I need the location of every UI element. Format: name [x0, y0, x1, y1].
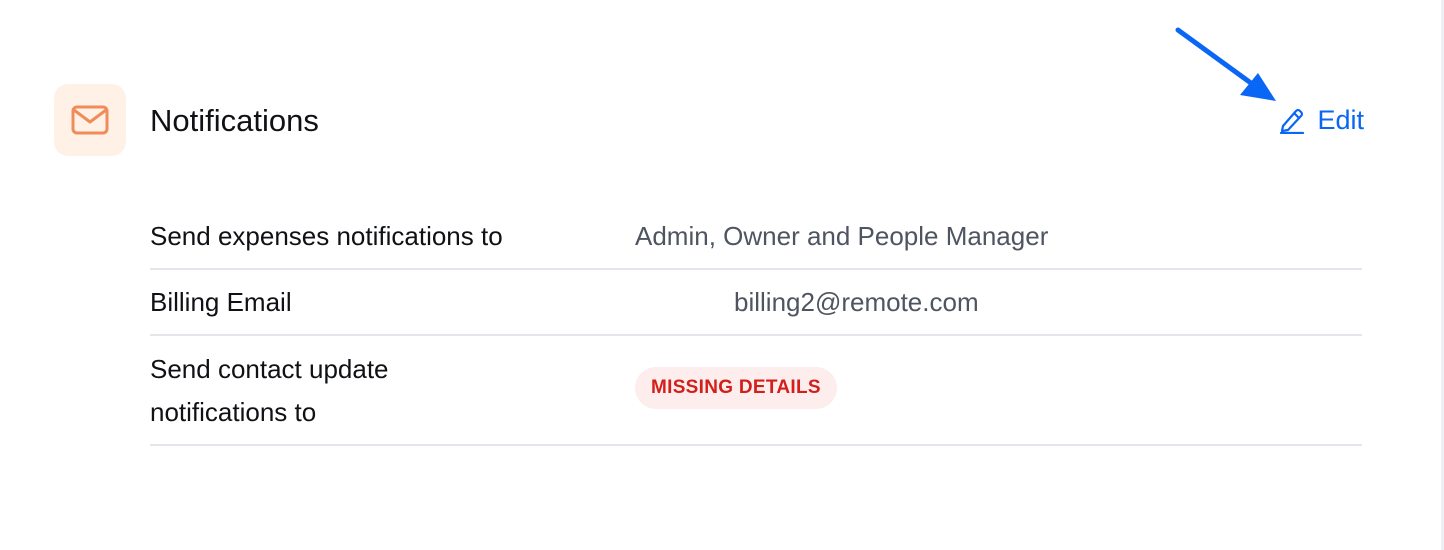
detail-row-billing-email: Billing Email billing2@remote.com [150, 270, 1362, 336]
page-title: Notifications [150, 103, 319, 138]
expenses-notifications-value: Admin, Owner and People Manager [635, 221, 1049, 251]
contact-update-label-line-2: notifications to [150, 397, 317, 427]
missing-details-badge: MISSING DETAILS [635, 367, 837, 409]
detail-row-expenses: Send expenses notifications to Admin, Ow… [150, 204, 1362, 270]
contact-update-label-line-1: Send contact update [150, 354, 389, 384]
billing-email-label: Billing Email [150, 287, 292, 317]
mail-icon-tile [54, 84, 126, 156]
billing-email-value: billing2@remote.com [734, 287, 979, 317]
section-header: Notifications Edit [54, 84, 1364, 156]
edit-label: Edit [1317, 105, 1364, 135]
notification-details: Send expenses notifications to Admin, Ow… [150, 204, 1362, 446]
pencil-icon [1280, 108, 1305, 134]
expenses-notifications-label: Send expenses notifications to [150, 221, 503, 251]
mail-icon [71, 105, 109, 135]
edit-button[interactable]: Edit [1279, 103, 1364, 137]
